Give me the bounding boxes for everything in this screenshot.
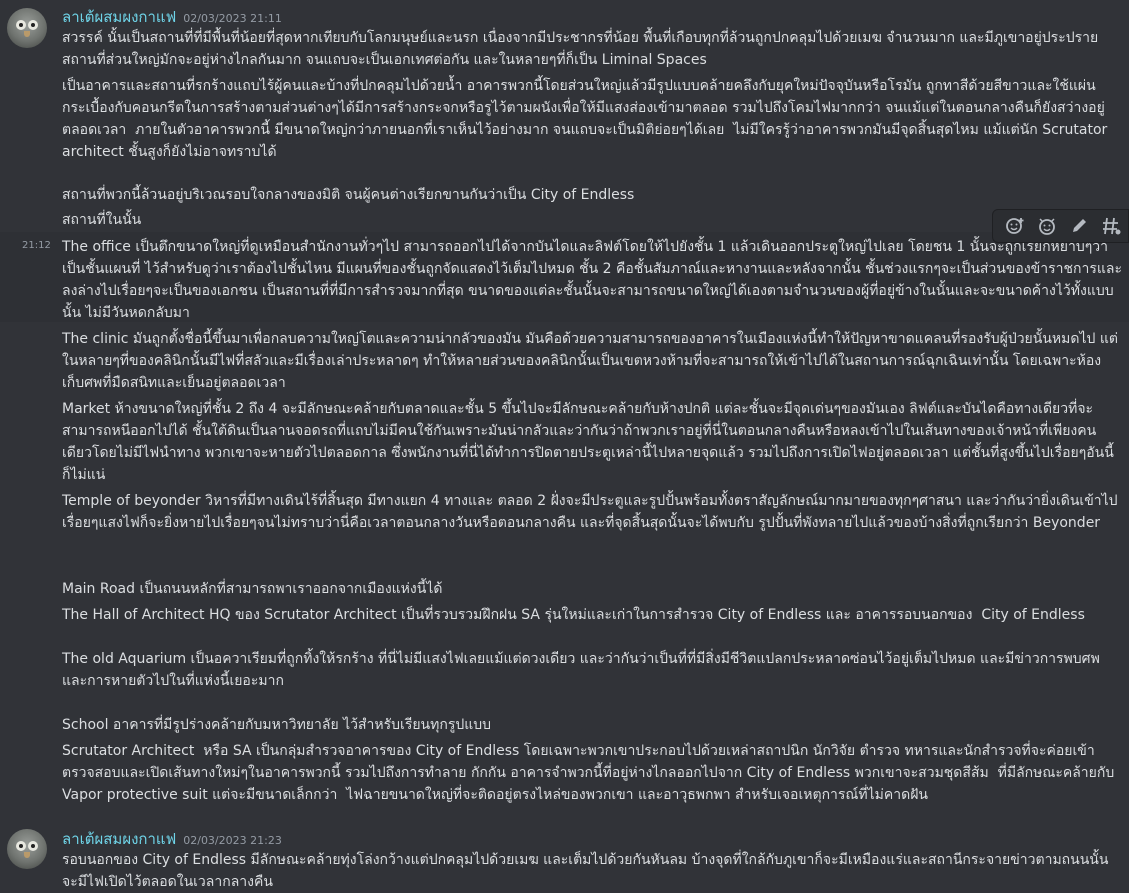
avatar-eye <box>16 20 26 30</box>
avatar-eye <box>28 841 38 851</box>
edit-icon[interactable] <box>1063 210 1095 242</box>
message-paragraph: สถานที่พวกนี้ล้วนอยู่บริเวณรอบใจกลางของม… <box>62 187 635 203</box>
message-action-toolbar <box>992 209 1129 243</box>
message-paragraph: Scrutator Architect หรือ SA เป็นกลุ่มสำร… <box>62 743 1119 803</box>
username[interactable]: ลาเต้ผสมผงกาแฟ <box>62 5 176 29</box>
avatar-eye <box>16 841 26 851</box>
avatar[interactable] <box>7 829 47 869</box>
message-paragraph: Market ห้างขนาดใหญ่ที่ชั้น 2 ถึง 4 จะมีล… <box>62 401 1114 483</box>
message-paragraph: สวรรค์ นั้นเป็นสถานที่ที่มีพื้นที่น้อยที… <box>62 30 1103 68</box>
message-paragraph: The old Aquarium เป็นอควาเรียมที่ถูกทิ้ง… <box>62 651 1100 689</box>
avatar-eye <box>28 20 38 30</box>
message-paragraph: The Hall of Architect HQ ของ Scrutator A… <box>62 607 1085 623</box>
message-header: ลาเต้ผสมผงกาแฟ 02/03/2023 21:11 <box>62 5 282 26</box>
message-paragraph: The clinic มันถูกตั้งชื่อนี้ขึ้นมาเพื่อก… <box>62 331 1118 391</box>
message-paragraph: รอบนอกของ City of Endless มีลักษณะคล้ายท… <box>62 852 1109 890</box>
message-paragraph: เป็นอาคารและสถานที่รกร้างแถบไร้ผู้คนและบ… <box>62 78 1112 160</box>
avatar[interactable] <box>7 8 47 48</box>
chat-messages: ลาเต้ผสมผงกาแฟ 02/03/2023 21:11 สวรรค์ น… <box>0 0 1129 893</box>
add-reaction-icon[interactable] <box>999 210 1031 242</box>
message-header: ลาเต้ผสมผงกาแฟ 02/03/2023 21:23 <box>62 827 282 848</box>
message-paragraph: สถานที่ในนั้น <box>62 212 142 228</box>
message-paragraph: Main Road เป็นถนนหลักที่สามารถพาเราออกจา… <box>62 581 443 597</box>
username[interactable]: ลาเต้ผสมผงกาแฟ <box>62 827 176 851</box>
avatar-beak <box>24 31 30 37</box>
message-paragraph: The office เป็นตึกขนาดใหญ่ที่ดูเหมือนสำน… <box>62 239 1122 321</box>
timestamp[interactable]: 02/03/2023 21:23 <box>183 834 282 847</box>
thread-icon[interactable] <box>1095 210 1127 242</box>
message-paragraph: School อาคารที่มีรูปร่างคล้ายกับมหาวิทยา… <box>62 717 492 733</box>
avatar-beak <box>24 852 30 858</box>
hover-timestamp[interactable]: 21:12 <box>22 240 51 251</box>
super-reaction-icon[interactable] <box>1031 210 1063 242</box>
timestamp[interactable]: 02/03/2023 21:11 <box>183 12 282 25</box>
message-paragraph: Temple of beyonder วิหารที่มีทางเดินไร้ท… <box>62 493 1118 531</box>
